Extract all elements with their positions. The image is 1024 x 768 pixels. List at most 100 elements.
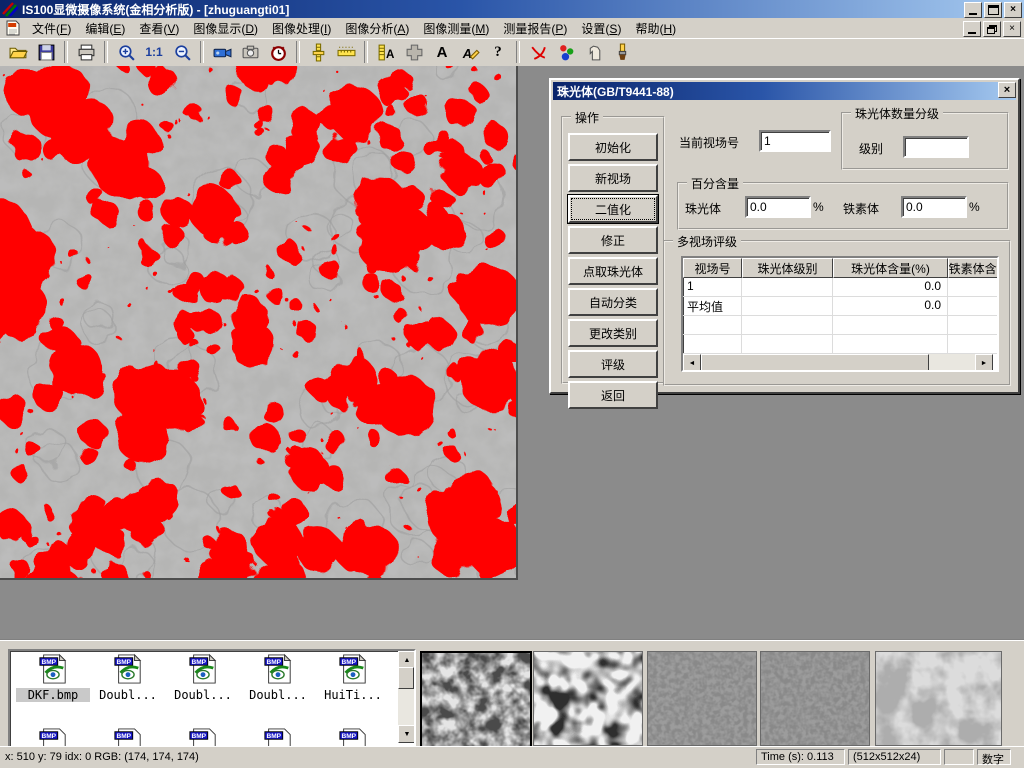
menu-image-display[interactable]: 图像显示(D)	[186, 18, 265, 39]
micrograph-thumbnail[interactable]	[875, 651, 1002, 746]
svg-text:BMP: BMP	[342, 659, 357, 666]
ferrite-percent-input[interactable]	[901, 196, 967, 218]
scroll-left-button[interactable]: ◄	[683, 354, 701, 372]
file-list[interactable]: BMP DKF.bmp BMP Doubl... BMP Doubl... BM…	[8, 649, 416, 749]
menu-view[interactable]: 查看(V)	[132, 18, 186, 39]
rating-table[interactable]: 视场号 珠光体级别 珠光体含量(%) 铁素体含量(%) 1 0.0 平均值	[681, 256, 999, 372]
text-tool-button[interactable]: A	[429, 40, 455, 64]
pearlite-percent-input[interactable]	[745, 196, 811, 218]
hand-icon	[585, 43, 604, 62]
return-button[interactable]: 返回	[568, 381, 658, 409]
annotate-tool-button[interactable]: A	[457, 40, 483, 64]
menu-settings[interactable]: 设置(S)	[574, 18, 628, 39]
table-row[interactable]: 1 0.0	[683, 278, 997, 297]
cross-shape-icon	[405, 43, 424, 62]
level-input[interactable]	[903, 136, 969, 158]
menu-report[interactable]: 测量报告(P)	[496, 18, 574, 39]
dialog-title-bar[interactable]: 珠光体(GB/T9441-88)	[553, 82, 1016, 100]
file-item[interactable]: BMP Doubl...	[241, 653, 315, 702]
red-curve-icon	[529, 43, 548, 62]
scroll-down-button[interactable]: ▼	[398, 725, 416, 743]
timer-button[interactable]	[265, 40, 291, 64]
status-blank	[944, 749, 974, 765]
phase-mark-button[interactable]	[553, 40, 579, 64]
micrograph-canvas	[0, 66, 516, 578]
close-icon: ×	[1004, 84, 1010, 96]
save-button[interactable]	[33, 40, 59, 64]
svg-text:BMP: BMP	[117, 733, 132, 740]
rate-button[interactable]: 评级	[568, 350, 658, 378]
micrograph-image[interactable]	[0, 66, 518, 580]
operation-group: 操作 初始化 新视场 二值化 修正 点取珠光体 自动分类 更改类别 评级 返回	[561, 116, 665, 384]
ruler-tool-button[interactable]	[333, 40, 359, 64]
document-icon[interactable]	[5, 20, 21, 36]
change-class-button[interactable]: 更改类别	[568, 319, 658, 347]
table-horizontal-scrollbar[interactable]: ◄ ►	[683, 354, 993, 370]
svg-text:BMP: BMP	[42, 659, 57, 666]
camera-capture-button[interactable]	[237, 40, 263, 64]
current-field-label: 当前视场号	[679, 134, 739, 151]
micrograph-thumbnail[interactable]	[420, 651, 532, 748]
restore-icon	[987, 25, 997, 34]
micrograph-thumbnail[interactable]	[760, 651, 870, 746]
menu-file[interactable]: 文件(F)	[25, 18, 78, 39]
application-window: IS100显微摄像系统(金相分析版) - [zhuguangti01] × 文件…	[0, 0, 1024, 768]
current-field-input[interactable]	[759, 130, 831, 152]
thumbnail-texture	[648, 652, 756, 745]
micrograph-thumbnail[interactable]	[647, 651, 757, 746]
file-item[interactable]: BMP Doubl...	[91, 653, 165, 702]
svg-text:BMP: BMP	[267, 733, 282, 740]
svg-text:BMP: BMP	[342, 733, 357, 740]
pick-pearlite-button[interactable]: 点取珠光体	[568, 257, 658, 285]
mdi-close-button[interactable]: ×	[1003, 21, 1021, 37]
file-name: DKF.bmp	[16, 688, 90, 702]
video-capture-button[interactable]	[209, 40, 235, 64]
brush-tool-button[interactable]	[609, 40, 635, 64]
new-field-button[interactable]: 新视场	[568, 164, 658, 192]
scrollbar-track[interactable]	[929, 354, 975, 370]
zoom-out-button[interactable]	[169, 40, 195, 64]
menu-help[interactable]: 帮助(H)	[628, 18, 683, 39]
menu-edit[interactable]: 编辑(E)	[78, 18, 132, 39]
open-button[interactable]	[5, 40, 31, 64]
file-item[interactable]: BMP HuiTi...	[316, 653, 390, 702]
mdi-restore-button[interactable]	[983, 21, 1001, 37]
file-name: Doubl...	[241, 688, 315, 702]
actual-size-button[interactable]: 1:1	[141, 40, 167, 64]
file-item[interactable]: BMP Doubl...	[166, 653, 240, 702]
menu-image-process[interactable]: 图像处理(I)	[265, 18, 338, 39]
maximize-button[interactable]	[984, 2, 1002, 18]
correct-button[interactable]: 修正	[568, 226, 658, 254]
file-list-scrollbar[interactable]: ▲ ▼	[398, 651, 414, 743]
help-button[interactable]: ?	[485, 40, 511, 64]
micrograph-thumbnail[interactable]	[533, 651, 643, 746]
scrollbar-thumb[interactable]	[701, 354, 929, 372]
dialog-close-button[interactable]: ×	[998, 82, 1016, 98]
zoom-in-button[interactable]	[113, 40, 139, 64]
print-button[interactable]	[73, 40, 99, 64]
minimize-button[interactable]	[964, 2, 982, 18]
close-button[interactable]: ×	[1004, 2, 1022, 18]
merge-tool-button[interactable]	[401, 40, 427, 64]
measure-text-button[interactable]: A	[373, 40, 399, 64]
auto-classify-button[interactable]: 自动分类	[568, 288, 658, 316]
menu-image-measure[interactable]: 图像测量(M)	[416, 18, 496, 39]
file-item[interactable]: BMP DKF.bmp	[16, 653, 90, 702]
caliper-icon	[309, 43, 328, 62]
mdi-minimize-button[interactable]	[963, 21, 981, 37]
caliper-tool-button[interactable]	[305, 40, 331, 64]
level-label: 级别	[859, 140, 883, 157]
menu-image-analysis[interactable]: 图像分析(A)	[338, 18, 416, 39]
file-name: Doubl...	[166, 688, 240, 702]
status-bar: x: 510 y: 79 idx: 0 RGB: (174, 174, 174)…	[0, 746, 1024, 768]
printer-icon	[77, 43, 96, 62]
scrollbar-thumb[interactable]	[398, 667, 414, 689]
table-row[interactable]: 平均值 0.0	[683, 297, 997, 316]
init-button[interactable]: 初始化	[568, 133, 658, 161]
scroll-right-button[interactable]: ►	[975, 354, 993, 372]
hand-tool-button[interactable]	[581, 40, 607, 64]
floppy-icon	[37, 43, 56, 62]
toolbar-separator	[64, 41, 68, 63]
binarize-button[interactable]: 二值化	[568, 195, 658, 223]
curve-tool-button[interactable]	[525, 40, 551, 64]
